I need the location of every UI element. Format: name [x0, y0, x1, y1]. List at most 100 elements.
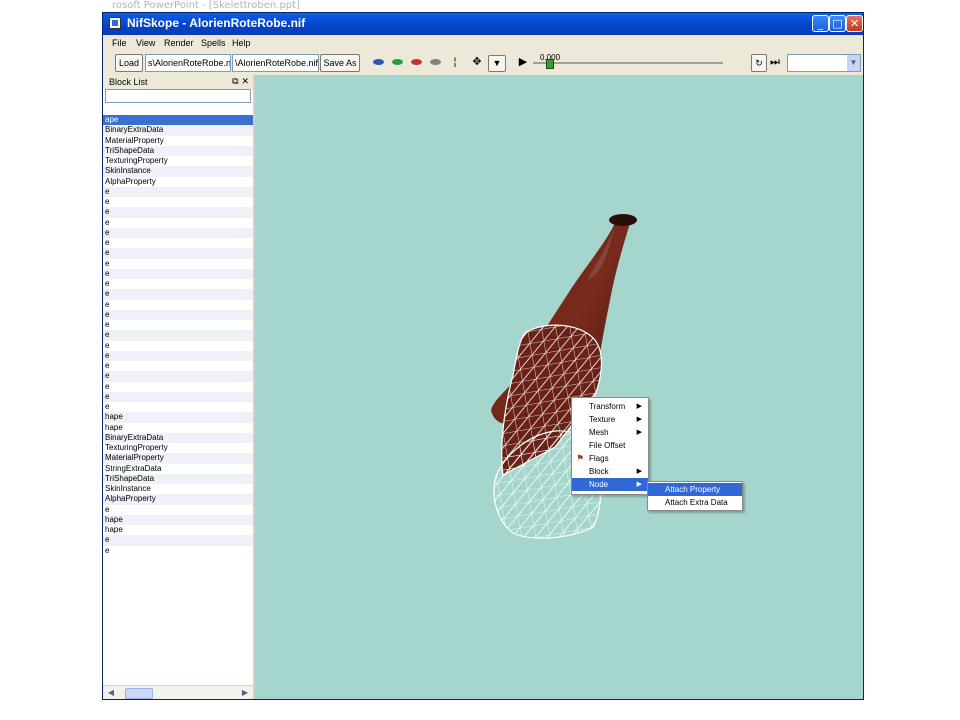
chevron-right-icon: ▶	[636, 402, 642, 410]
block-list-row[interactable]: StringExtraData	[103, 464, 253, 474]
node-submenu: Attach Property Attach Extra Data	[647, 481, 743, 511]
eye-blue-icon[interactable]	[373, 59, 384, 65]
block-list-row[interactable]: e	[103, 341, 253, 351]
block-list-row[interactable]: TexturingProperty	[103, 443, 253, 453]
menu-item-attach-extra-data[interactable]: Attach Extra Data	[648, 496, 742, 509]
minimize-button[interactable]: _	[812, 15, 829, 32]
block-list-row[interactable]: e	[103, 279, 253, 289]
block-list-row[interactable]: e	[103, 186, 253, 197]
menu-item-attach-property[interactable]: Attach Property	[648, 483, 742, 496]
block-list-row[interactable]: e	[103, 402, 253, 412]
block-list-row[interactable]: e	[103, 268, 253, 279]
block-list-row[interactable]: e	[103, 197, 253, 207]
scroll-left-icon[interactable]: ◀	[105, 687, 117, 698]
menu-item-block[interactable]: Block ▶	[572, 465, 648, 478]
block-list-row[interactable]: hape	[103, 514, 253, 525]
block-list-row[interactable]: e	[103, 391, 253, 402]
block-list-row[interactable]: e	[103, 361, 253, 371]
block-list-row[interactable]: e	[103, 227, 253, 238]
move-icon[interactable]: ✥	[471, 56, 483, 68]
context-menu: Transform ▶ Texture ▶ Mesh ▶ File Offset ⚑ F…	[571, 397, 649, 495]
block-list-row[interactable]: e	[103, 350, 253, 361]
block-list-row[interactable]: AlphaProperty	[103, 494, 253, 505]
view-dropdown-button[interactable]: ▼	[488, 55, 506, 72]
block-list-row[interactable]: e	[103, 289, 253, 300]
block-list-row[interactable]: e	[103, 330, 253, 341]
block-list-row[interactable]: MaterialProperty	[103, 453, 253, 464]
block-list-row[interactable]: hape	[103, 412, 253, 423]
maximize-button[interactable]: □	[829, 15, 846, 32]
loop-button[interactable]: ↻	[751, 54, 767, 72]
bone-icon[interactable]: ¦	[449, 56, 461, 68]
block-list-filter[interactable]	[105, 89, 251, 103]
menu-item-transform[interactable]: Transform ▶	[572, 400, 648, 413]
block-list-row[interactable]: e	[103, 382, 253, 392]
block-list-row[interactable]: e	[103, 320, 253, 330]
menu-item-file-offset[interactable]: File Offset	[572, 439, 648, 452]
block-list-row[interactable]: ape	[103, 115, 253, 126]
menu-render[interactable]: Render	[164, 38, 194, 48]
block-list-row[interactable]: e	[103, 207, 253, 218]
play-icon[interactable]: ▶	[517, 56, 529, 68]
menu-view[interactable]: View	[136, 38, 155, 48]
panel-float-close-icons[interactable]: ⧉ ✕	[232, 75, 249, 89]
robe-collar	[609, 214, 637, 226]
title-bar[interactable]: NifSkope - AlorienRoteRobe.nif _ □ ✕	[103, 13, 863, 35]
block-list-row[interactable]: e	[103, 309, 253, 320]
scroll-thumb[interactable]	[125, 688, 153, 699]
eye-red-icon[interactable]	[411, 59, 422, 65]
block-list-row[interactable]: BinaryExtraData	[103, 432, 253, 443]
background-window-title: rosoft PowerPoint - [Skelettroben.ppt]	[112, 0, 300, 11]
block-list-row[interactable]: MaterialProperty	[103, 136, 253, 146]
block-list-row[interactable]: e	[103, 259, 253, 269]
block-list-row[interactable]: TriShapeData	[103, 145, 253, 156]
block-list-row[interactable]: e	[103, 248, 253, 259]
load-button[interactable]: Load	[115, 54, 143, 72]
block-list: ape BinaryExtraData MaterialProperty TriSha…	[103, 115, 253, 685]
block-list-row[interactable]: e	[103, 371, 253, 382]
block-list-row[interactable]: TexturingProperty	[103, 156, 253, 166]
chevron-right-icon: ▶	[636, 415, 642, 423]
block-list-row[interactable]: TriShapeData	[103, 473, 253, 484]
render-viewport[interactable]: Transform ▶ Texture ▶ Mesh ▶ File Offset ⚑ F…	[255, 75, 863, 699]
menu-spells[interactable]: Spells	[201, 38, 226, 48]
menu-help[interactable]: Help	[232, 38, 251, 48]
block-list-row[interactable]: BinaryExtraData	[103, 125, 253, 136]
robe-model	[491, 214, 637, 539]
block-list-row[interactable]: SkinInstance	[103, 166, 253, 177]
block-list-row[interactable]: e	[103, 505, 253, 515]
toolbar: Load s\AlorienRoteRobe.nif \AlorienRoteR…	[103, 53, 863, 76]
block-list-row[interactable]: e	[103, 535, 253, 546]
eye-green-icon[interactable]	[392, 59, 403, 65]
time-slider-thumb[interactable]	[546, 59, 554, 69]
horizontal-scrollbar[interactable]: ◀ ▶	[103, 685, 253, 699]
menu-item-flags[interactable]: ⚑ Flags	[572, 452, 648, 465]
scroll-right-icon[interactable]: ▶	[239, 687, 251, 698]
block-list-row[interactable]: e	[103, 300, 253, 310]
chevron-right-icon: ▶	[636, 467, 642, 475]
app-icon	[109, 17, 121, 29]
block-list-row[interactable]: e	[103, 238, 253, 248]
window-title: NifSkope - AlorienRoteRobe.nif	[127, 16, 306, 30]
menu-item-texture[interactable]: Texture ▶	[572, 413, 648, 426]
block-list-row[interactable]: e	[103, 546, 253, 556]
animation-select[interactable]: ▼	[787, 54, 861, 72]
load-path-field[interactable]: s\AlorienRoteRobe.nif	[145, 54, 231, 72]
save-path-field[interactable]: \AlorienRoteRobe.nif	[232, 54, 319, 72]
menu-item-mesh[interactable]: Mesh ▶	[572, 426, 648, 439]
block-list-row[interactable]: SkinInstance	[103, 484, 253, 494]
chevron-down-icon: ▼	[847, 55, 860, 71]
menu-item-node[interactable]: Node ▶	[572, 478, 648, 491]
block-list-row[interactable]: hape	[103, 525, 253, 535]
time-slider-track[interactable]	[533, 62, 723, 64]
block-list-panel: Block List ⧉ ✕ ape BinaryExtraData Materia…	[103, 75, 255, 699]
eye-gray-icon[interactable]	[430, 59, 441, 65]
block-list-row[interactable]: AlphaProperty	[103, 177, 253, 187]
menu-bar: File View Render Spells Help	[103, 35, 863, 53]
close-button[interactable]: ✕	[846, 15, 863, 32]
menu-file[interactable]: File	[112, 38, 127, 48]
block-list-row[interactable]: e	[103, 218, 253, 228]
step-icon[interactable]: ⏭	[769, 56, 781, 68]
save-as-button[interactable]: Save As	[320, 54, 360, 72]
block-list-row[interactable]: hape	[103, 423, 253, 433]
